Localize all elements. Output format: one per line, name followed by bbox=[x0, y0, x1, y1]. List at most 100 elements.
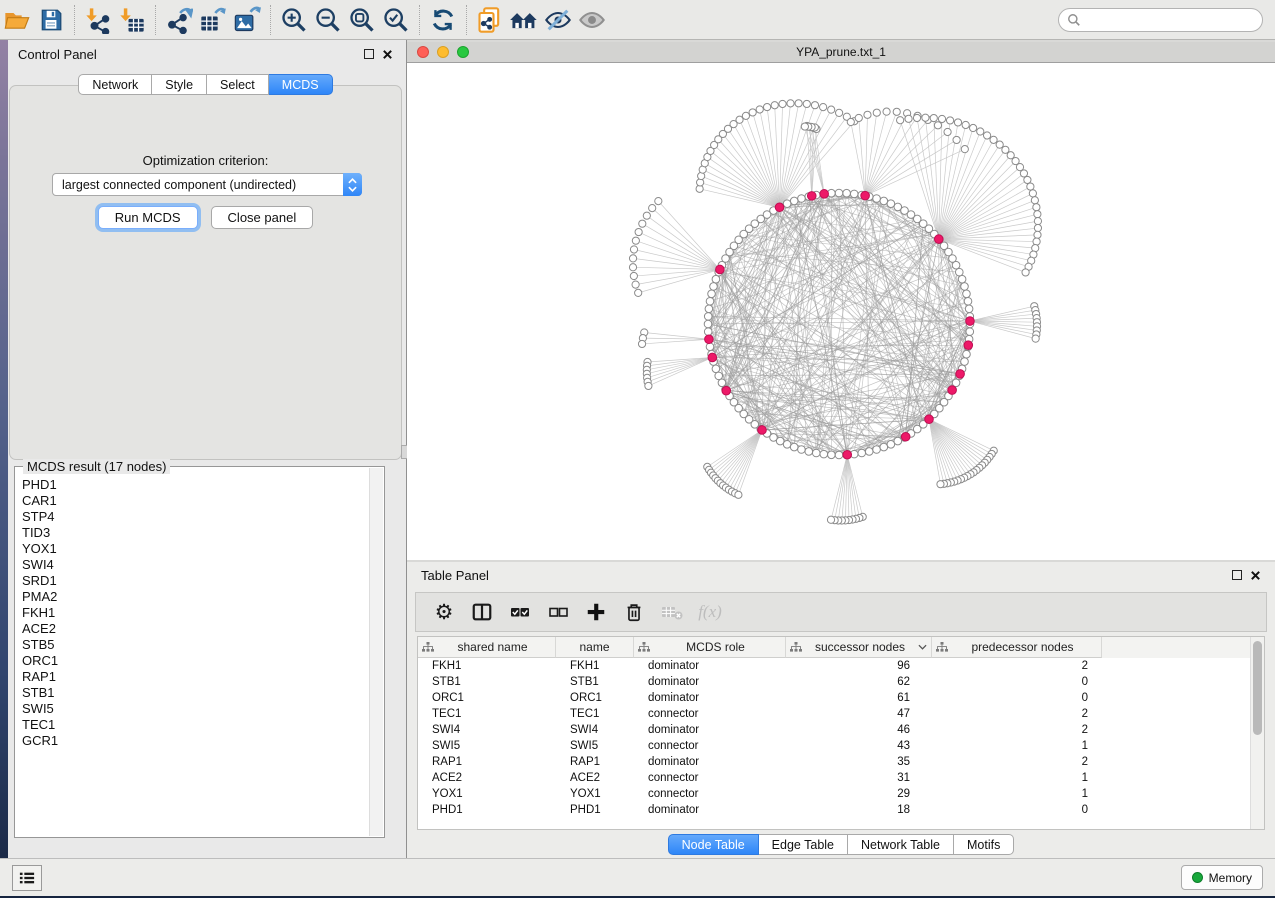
import-table-icon[interactable] bbox=[115, 5, 149, 35]
table-row[interactable]: SWI4SWI4dominator462 bbox=[418, 722, 1250, 738]
network-fan-nodes[interactable] bbox=[629, 100, 1041, 524]
memory-button[interactable]: Memory bbox=[1181, 865, 1263, 890]
tab-network-table[interactable]: Network Table bbox=[848, 834, 954, 855]
tab-motifs[interactable]: Motifs bbox=[954, 834, 1014, 855]
mcds-result-item[interactable]: STB5 bbox=[22, 637, 369, 653]
tab-network[interactable]: Network bbox=[78, 74, 152, 95]
network-window-titlebar[interactable]: YPA_prune.txt_1 bbox=[407, 42, 1275, 63]
mcds-result-item[interactable]: ORC1 bbox=[22, 653, 369, 669]
mcds-result-item[interactable]: TEC1 bbox=[22, 717, 369, 733]
table-cell: dominator bbox=[634, 722, 786, 738]
zoom-out-icon[interactable] bbox=[311, 5, 345, 35]
tab-style[interactable]: Style bbox=[152, 74, 207, 95]
node-table-header: shared name name MCDS rolesuccessor nodesp… bbox=[418, 637, 1250, 658]
column-header-label: name bbox=[560, 640, 629, 654]
table-cell: 31 bbox=[786, 770, 932, 786]
network-area: YPA_prune.txt_1 Table Panel ⚙ bbox=[407, 40, 1275, 858]
mcds-result-group: MCDS result (17 nodes) PHD1CAR1STP4TID3Y… bbox=[14, 466, 385, 838]
hide-selected-icon[interactable] bbox=[541, 5, 575, 35]
table-row[interactable]: STB1STB1dominator620 bbox=[418, 674, 1250, 690]
float-panel-icon[interactable] bbox=[364, 49, 374, 59]
mcds-result-scrollbar[interactable] bbox=[369, 468, 383, 836]
table-row[interactable]: TEC1TEC1connector472 bbox=[418, 706, 1250, 722]
show-selected-icon[interactable] bbox=[575, 5, 609, 35]
open-file-icon[interactable] bbox=[0, 5, 34, 35]
mcds-result-item[interactable]: SWI5 bbox=[22, 701, 369, 717]
column-header-name[interactable]: name bbox=[556, 637, 634, 658]
mcds-result-list[interactable]: PHD1CAR1STP4TID3YOX1SWI4SRD1PMA2FKH1ACE2… bbox=[16, 477, 369, 836]
mcds-result-item[interactable]: PMA2 bbox=[22, 589, 369, 605]
table-scrollbar-thumb[interactable] bbox=[1253, 641, 1262, 735]
unselect-all-columns-icon[interactable] bbox=[544, 598, 572, 626]
table-cell: RAP1 bbox=[556, 754, 634, 770]
refresh-layout-icon[interactable] bbox=[426, 5, 460, 35]
close-table-panel-icon[interactable] bbox=[1250, 570, 1261, 581]
table-cell: connector bbox=[634, 706, 786, 722]
column-header-predecessor-nodes[interactable]: predecessor nodes bbox=[932, 637, 1102, 658]
table-row[interactable]: ACE2ACE2connector311 bbox=[418, 770, 1250, 786]
mcds-result-item[interactable]: STP4 bbox=[22, 509, 369, 525]
mcds-result-item[interactable]: GCR1 bbox=[22, 733, 369, 749]
table-panel-title: Table Panel bbox=[421, 568, 489, 583]
table-cell: SWI5 bbox=[556, 738, 634, 754]
tab-edge-table[interactable]: Edge Table bbox=[759, 834, 848, 855]
table-row[interactable]: RAP1RAP1dominator352 bbox=[418, 754, 1250, 770]
table-row[interactable]: PHD1PHD1dominator180 bbox=[418, 802, 1250, 818]
mcds-result-item[interactable]: RAP1 bbox=[22, 669, 369, 685]
zoom-fit-icon[interactable] bbox=[345, 5, 379, 35]
export-image-icon[interactable] bbox=[230, 5, 264, 35]
table-settings-gear-icon[interactable]: ⚙ bbox=[430, 598, 458, 626]
mcds-result-item[interactable]: SRD1 bbox=[22, 573, 369, 589]
mcds-result-item[interactable]: YOX1 bbox=[22, 541, 369, 557]
sort-descending-icon bbox=[918, 644, 927, 650]
network-window-title: YPA_prune.txt_1 bbox=[407, 45, 1275, 59]
zoom-selected-icon[interactable] bbox=[379, 5, 413, 35]
duplicate-network-icon[interactable] bbox=[473, 5, 507, 35]
tab-select[interactable]: Select bbox=[207, 74, 269, 95]
mcds-result-item[interactable]: SWI4 bbox=[22, 557, 369, 573]
network-canvas[interactable] bbox=[407, 63, 1275, 560]
app-window: Control Panel NetworkStyleSelectMCDS Opt… bbox=[0, 0, 1275, 898]
show-all-networks-icon[interactable] bbox=[507, 5, 541, 35]
table-cell: STB1 bbox=[556, 674, 634, 690]
create-column-icon[interactable] bbox=[582, 598, 610, 626]
zoom-in-icon[interactable] bbox=[277, 5, 311, 35]
save-session-icon[interactable] bbox=[34, 5, 68, 35]
export-table-icon[interactable] bbox=[196, 5, 230, 35]
column-header-successor-nodes[interactable]: successor nodes bbox=[786, 637, 932, 658]
table-row[interactable]: SWI5SWI5connector431 bbox=[418, 738, 1250, 754]
search-input[interactable] bbox=[1081, 13, 1254, 27]
run-mcds-button[interactable]: Run MCDS bbox=[98, 206, 198, 229]
table-cell: ORC1 bbox=[556, 690, 634, 706]
tab-node-table[interactable]: Node Table bbox=[668, 834, 759, 855]
mcds-result-item[interactable]: STB1 bbox=[22, 685, 369, 701]
table-row[interactable]: ORC1ORC1dominator610 bbox=[418, 690, 1250, 706]
export-network-icon[interactable] bbox=[162, 5, 196, 35]
mcds-result-item[interactable]: TID3 bbox=[22, 525, 369, 541]
table-cell: PHD1 bbox=[418, 802, 556, 818]
criterion-dropdown[interactable]: largest connected component (undirected) bbox=[52, 173, 362, 196]
mcds-result-item[interactable]: CAR1 bbox=[22, 493, 369, 509]
table-scrollbar[interactable] bbox=[1250, 637, 1264, 829]
delete-column-icon[interactable] bbox=[620, 598, 648, 626]
table-cell: 46 bbox=[786, 722, 932, 738]
mcds-result-item[interactable]: FKH1 bbox=[22, 605, 369, 621]
table-row[interactable]: YOX1YOX1connector291 bbox=[418, 786, 1250, 802]
mcds-result-item[interactable]: PHD1 bbox=[22, 477, 369, 493]
search-icon bbox=[1067, 13, 1081, 27]
table-cell: 2 bbox=[932, 706, 1102, 722]
close-panel-icon[interactable] bbox=[382, 49, 393, 60]
tab-mcds[interactable]: MCDS bbox=[269, 74, 333, 95]
import-network-icon[interactable] bbox=[81, 5, 115, 35]
select-all-columns-icon[interactable] bbox=[506, 598, 534, 626]
column-header-shared-name[interactable]: shared name bbox=[418, 637, 556, 658]
float-table-panel-icon[interactable] bbox=[1232, 570, 1242, 580]
mcds-result-item[interactable]: ACE2 bbox=[22, 621, 369, 637]
task-history-button[interactable] bbox=[12, 865, 42, 891]
show-columns-icon[interactable] bbox=[468, 598, 496, 626]
table-row[interactable]: FKH1FKH1dominator962 bbox=[418, 658, 1250, 674]
memory-status-icon bbox=[1192, 872, 1203, 883]
toolbar-search[interactable] bbox=[1058, 8, 1263, 32]
close-panel-button[interactable]: Close panel bbox=[211, 206, 314, 229]
column-header-MCDS-role[interactable]: MCDS role bbox=[634, 637, 786, 658]
